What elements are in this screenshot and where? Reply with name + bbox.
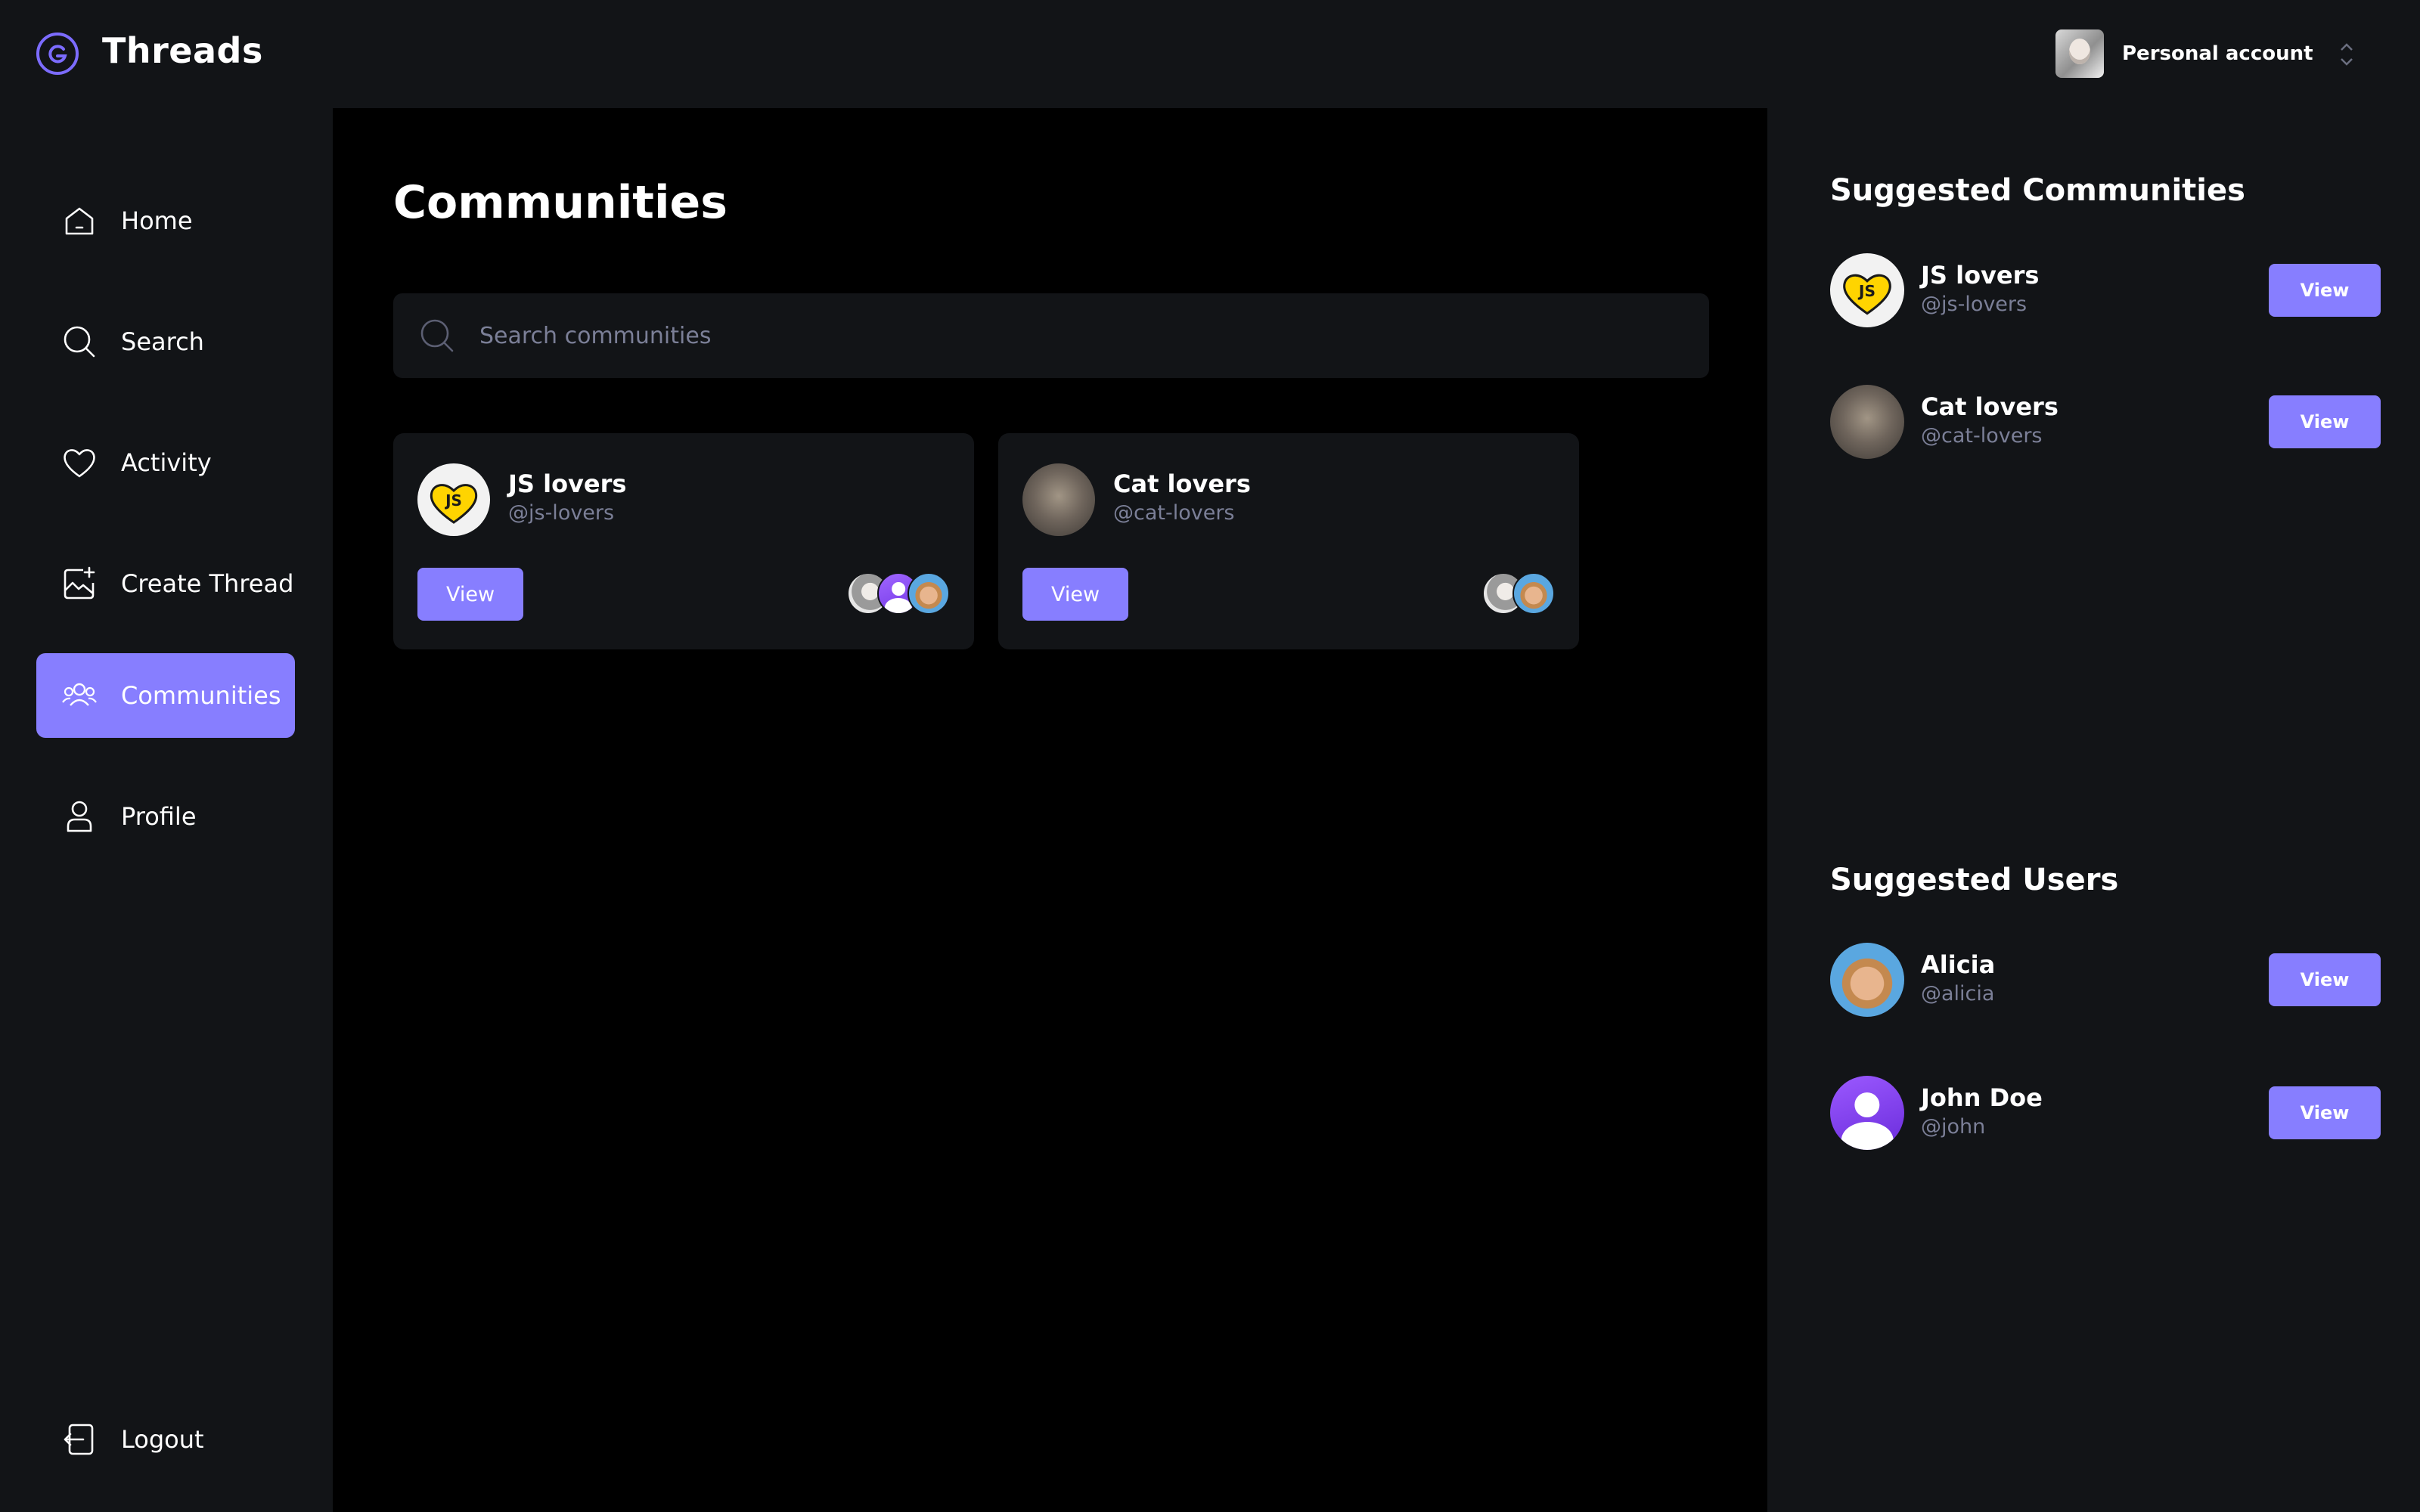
- js-heart-icon: JS: [1843, 274, 1891, 315]
- top-bar: Threads Personal account: [0, 0, 2420, 108]
- sidebar-item-communities[interactable]: Communities: [36, 653, 295, 738]
- sidebar-item-label: Create Thread: [121, 569, 294, 598]
- logout-button[interactable]: Logout: [36, 1397, 295, 1482]
- threads-logo-icon[interactable]: [35, 31, 80, 76]
- user-avatar: [1830, 1076, 1904, 1150]
- sidebar-item-label: Profile: [121, 802, 197, 831]
- communities-icon: [62, 683, 97, 706]
- community-card-js-lovers: JS JS lovers @js-lovers View: [393, 433, 974, 649]
- community-handle: @cat-lovers: [1113, 501, 1235, 525]
- right-sidebar: Suggested Communities JS JS lovers @js-l…: [1767, 108, 2420, 1512]
- suggested-user-row: Alicia @alicia View: [1830, 943, 2381, 1017]
- community-name[interactable]: Cat lovers: [1113, 469, 1251, 498]
- user-handle: @alicia: [1921, 982, 1995, 1005]
- sidebar-item-create-thread[interactable]: Create Thread: [36, 541, 295, 626]
- main-content: Communities JS JS lovers @js-lovers View…: [333, 108, 1767, 1512]
- view-user-button[interactable]: View: [2269, 1086, 2381, 1139]
- search-bar[interactable]: [393, 293, 1709, 378]
- suggested-users-heading: Suggested Users: [1830, 863, 2119, 897]
- community-handle: @js-lovers: [508, 501, 615, 525]
- community-avatar: JS: [1830, 253, 1904, 327]
- account-label: Personal account: [2122, 42, 2313, 65]
- community-avatar: [1022, 463, 1095, 536]
- sidebar-item-profile[interactable]: Profile: [36, 774, 295, 859]
- suggested-community-row: Cat lovers @cat-lovers View: [1830, 385, 2381, 459]
- sidebar-item-home[interactable]: Home: [36, 178, 295, 263]
- community-avatar: [1830, 385, 1904, 459]
- svg-text:JS: JS: [444, 491, 462, 510]
- account-switcher[interactable]: Personal account: [2055, 29, 2313, 78]
- view-community-button[interactable]: View: [417, 568, 523, 621]
- heart-icon: [64, 449, 95, 478]
- member-avatar: [908, 572, 950, 615]
- svg-text:JS: JS: [1857, 282, 1876, 300]
- search-icon: [420, 319, 454, 352]
- home-icon: [65, 207, 94, 235]
- chevron-up-down-icon[interactable]: [2337, 39, 2356, 70]
- community-handle: @cat-lovers: [1921, 424, 2043, 448]
- view-user-button[interactable]: View: [2269, 953, 2381, 1006]
- page-title: Communities: [393, 176, 728, 229]
- sidebar-item-activity[interactable]: Activity: [36, 420, 295, 505]
- user-icon: [67, 801, 92, 832]
- search-icon: [64, 326, 95, 358]
- member-avatar: [1512, 572, 1555, 615]
- logout-icon: [64, 1424, 94, 1455]
- sidebar-item-label: Communities: [121, 681, 281, 710]
- community-name[interactable]: Cat lovers: [1921, 392, 2059, 421]
- create-thread-icon: [64, 566, 95, 600]
- suggested-communities-heading: Suggested Communities: [1830, 173, 2245, 208]
- community-avatar: JS: [417, 463, 490, 536]
- suggested-community-row: JS JS lovers @js-lovers View: [1830, 253, 2381, 327]
- sidebar-item-label: Search: [121, 327, 204, 356]
- user-name[interactable]: John Doe: [1921, 1083, 2043, 1112]
- left-sidebar: Home Search Activity Create Thread Commu…: [0, 108, 333, 1512]
- app-title[interactable]: Threads: [102, 30, 263, 71]
- community-name[interactable]: JS lovers: [508, 469, 626, 498]
- sidebar-item-label: Activity: [121, 448, 212, 477]
- user-handle: @john: [1921, 1115, 1986, 1139]
- community-handle: @js-lovers: [1921, 293, 2028, 316]
- logout-label: Logout: [121, 1425, 204, 1454]
- member-avatars: [1482, 572, 1555, 615]
- user-name[interactable]: Alicia: [1921, 950, 1995, 979]
- sidebar-item-search[interactable]: Search: [36, 299, 295, 384]
- view-community-button[interactable]: View: [1022, 568, 1128, 621]
- view-community-button[interactable]: View: [2269, 395, 2381, 448]
- account-avatar: [2055, 29, 2104, 78]
- search-input[interactable]: [479, 322, 1614, 349]
- member-avatars: [847, 572, 950, 615]
- community-card-cat-lovers: Cat lovers @cat-lovers View: [998, 433, 1579, 649]
- suggested-user-row: John Doe @john View: [1830, 1076, 2381, 1150]
- view-community-button[interactable]: View: [2269, 264, 2381, 317]
- user-avatar: [1830, 943, 1904, 1017]
- sidebar-item-label: Home: [121, 206, 193, 235]
- js-heart-icon: JS: [430, 484, 478, 524]
- community-name[interactable]: JS lovers: [1921, 261, 2039, 290]
